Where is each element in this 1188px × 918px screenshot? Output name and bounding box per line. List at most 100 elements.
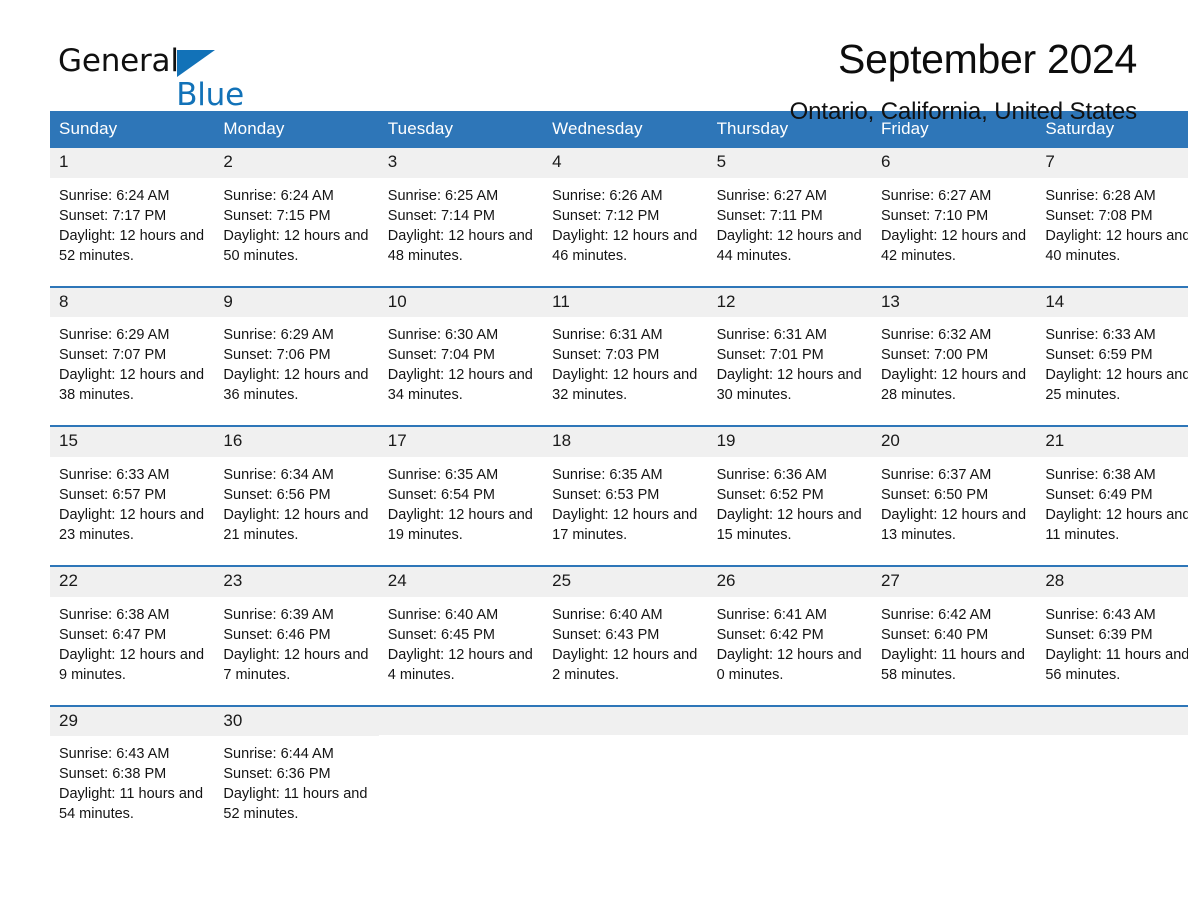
day-info: Sunrise: 6:38 AM Sunset: 6:49 PM Dayligh… [1036,457,1188,565]
day-cell[interactable]: 7 Sunrise: 6:28 AM Sunset: 7:08 PM Dayli… [1036,148,1188,287]
triangle-icon [176,50,215,77]
day-cell[interactable]: 6 Sunrise: 6:27 AM Sunset: 7:10 PM Dayli… [871,148,1037,287]
day-cell[interactable]: 1 Sunrise: 6:24 AM Sunset: 7:17 PM Dayli… [50,148,215,287]
day-cell-empty [707,704,872,845]
daylight-text: Daylight: 12 hours and 44 minutes. [716,227,862,264]
sunset-text: Sunset: 6:46 PM [223,626,331,643]
day-cell[interactable]: 18 Sunrise: 6:35 AM Sunset: 6:53 PM Dayl… [543,425,708,567]
day-cell[interactable]: 3 Sunrise: 6:25 AM Sunset: 7:14 PM Dayli… [378,148,544,287]
sunrise-text: Sunrise: 6:38 AM [1045,467,1156,484]
sunrise-text: Sunrise: 6:26 AM [552,187,663,204]
sunset-text: Sunset: 7:01 PM [716,347,824,364]
day-info: Sunrise: 6:33 AM Sunset: 6:57 PM Dayligh… [50,457,214,565]
day-cell[interactable]: 23 Sunrise: 6:39 AM Sunset: 6:46 PM Dayl… [214,565,379,706]
daylight-text: Daylight: 12 hours and 21 minutes. [223,507,369,544]
day-info: Sunrise: 6:40 AM Sunset: 6:45 PM Dayligh… [379,597,543,705]
sunrise-text: Sunrise: 6:44 AM [223,746,334,763]
day-info: Sunrise: 6:42 AM Sunset: 6:40 PM Dayligh… [872,597,1036,705]
day-info: Sunrise: 6:24 AM Sunset: 7:15 PM Dayligh… [214,178,378,286]
day-cell[interactable]: 29 Sunrise: 6:43 AM Sunset: 6:38 PM Dayl… [50,704,215,845]
day-cell[interactable]: 5 Sunrise: 6:27 AM Sunset: 7:11 PM Dayli… [707,148,872,287]
calendar-grid: Sunday Monday Tuesday Wednesday Thursday… [50,111,1188,845]
day-cell[interactable]: 27 Sunrise: 6:42 AM Sunset: 6:40 PM Dayl… [871,565,1037,706]
sunset-text: Sunset: 7:04 PM [387,347,495,364]
day-cell[interactable]: 19 Sunrise: 6:36 AM Sunset: 6:52 PM Dayl… [707,425,872,567]
sunrise-text: Sunrise: 6:41 AM [716,606,827,623]
day-number [1036,706,1188,735]
sunset-text: Sunset: 7:11 PM [716,207,823,224]
day-cell[interactable]: 16 Sunrise: 6:34 AM Sunset: 6:56 PM Dayl… [214,425,379,567]
day-cell[interactable]: 28 Sunrise: 6:43 AM Sunset: 6:39 PM Dayl… [1036,565,1188,706]
day-cell[interactable]: 12 Sunrise: 6:31 AM Sunset: 7:01 PM Dayl… [707,285,872,427]
daylight-text: Daylight: 12 hours and 17 minutes. [552,507,698,544]
day-number: 19 [707,427,872,458]
day-info: Sunrise: 6:38 AM Sunset: 6:47 PM Dayligh… [50,597,214,705]
day-cell[interactable]: 11 Sunrise: 6:31 AM Sunset: 7:03 PM Dayl… [543,285,708,427]
day-cell[interactable]: 24 Sunrise: 6:40 AM Sunset: 6:45 PM Dayl… [378,565,544,706]
sunrise-text: Sunrise: 6:24 AM [59,187,170,204]
day-number [543,706,708,735]
sunset-text: Sunset: 6:52 PM [716,487,824,504]
day-cell[interactable]: 13 Sunrise: 6:32 AM Sunset: 7:00 PM Dayl… [871,285,1037,427]
day-number: 8 [50,287,215,318]
day-number: 13 [871,287,1037,318]
day-cell[interactable]: 22 Sunrise: 6:38 AM Sunset: 6:47 PM Dayl… [50,565,215,706]
sunrise-text: Sunrise: 6:24 AM [223,187,334,204]
day-cell[interactable]: 21 Sunrise: 6:38 AM Sunset: 6:49 PM Dayl… [1036,425,1188,567]
sunset-text: Sunset: 6:50 PM [880,487,989,504]
day-info: Sunrise: 6:31 AM Sunset: 7:01 PM Dayligh… [708,317,872,425]
day-cell[interactable]: 9 Sunrise: 6:29 AM Sunset: 7:06 PM Dayli… [214,285,379,427]
calendar-week-row: 15 Sunrise: 6:33 AM Sunset: 6:57 PM Dayl… [50,425,1188,567]
day-number: 18 [543,427,708,458]
day-info: Sunrise: 6:29 AM Sunset: 7:06 PM Dayligh… [214,317,378,425]
day-number: 29 [50,706,215,737]
day-number: 10 [378,287,544,318]
day-cell[interactable]: 2 Sunrise: 6:24 AM Sunset: 7:15 PM Dayli… [214,148,379,287]
day-info: Sunrise: 6:40 AM Sunset: 6:43 PM Dayligh… [543,597,707,705]
day-cell[interactable]: 17 Sunrise: 6:35 AM Sunset: 6:54 PM Dayl… [378,425,544,567]
day-info [1036,735,1188,763]
daylight-text: Daylight: 12 hours and 42 minutes. [880,227,1027,264]
day-number: 21 [1036,427,1188,458]
day-cell[interactable]: 15 Sunrise: 6:33 AM Sunset: 6:57 PM Dayl… [50,425,215,567]
sunrise-text: Sunrise: 6:27 AM [716,187,827,204]
daylight-text: Daylight: 11 hours and 54 minutes. [59,786,204,823]
sunrise-text: Sunrise: 6:38 AM [59,606,170,623]
sunrise-text: Sunrise: 6:33 AM [1045,327,1156,344]
sunrise-text: Sunrise: 6:30 AM [387,327,499,344]
day-number: 30 [214,706,379,737]
day-cell[interactable]: 14 Sunrise: 6:33 AM Sunset: 6:59 PM Dayl… [1036,285,1188,427]
daylight-text: Daylight: 12 hours and 40 minutes. [1045,227,1188,264]
sunset-text: Sunset: 6:36 PM [223,766,331,783]
day-number: 15 [50,427,215,458]
sunset-text: Sunset: 7:15 PM [223,207,331,224]
day-info: Sunrise: 6:33 AM Sunset: 6:59 PM Dayligh… [1036,317,1188,425]
daylight-text: Daylight: 11 hours and 52 minutes. [223,786,368,823]
daylight-text: Daylight: 12 hours and 15 minutes. [716,507,862,544]
day-info: Sunrise: 6:32 AM Sunset: 7:00 PM Dayligh… [872,317,1036,425]
calendar-body: 1 Sunrise: 6:24 AM Sunset: 7:17 PM Dayli… [50,148,1188,845]
day-info: Sunrise: 6:34 AM Sunset: 6:56 PM Dayligh… [214,457,378,565]
daylight-text: Daylight: 12 hours and 28 minutes. [880,367,1027,404]
day-cell[interactable]: 8 Sunrise: 6:29 AM Sunset: 7:07 PM Dayli… [50,285,215,427]
day-info: Sunrise: 6:35 AM Sunset: 6:54 PM Dayligh… [379,457,543,565]
day-cell[interactable]: 25 Sunrise: 6:40 AM Sunset: 6:43 PM Dayl… [543,565,708,706]
calendar-week-row: 22 Sunrise: 6:38 AM Sunset: 6:47 PM Dayl… [50,565,1188,706]
day-number: 23 [214,567,379,597]
sunset-text: Sunset: 6:47 PM [59,626,167,643]
day-cell[interactable]: 20 Sunrise: 6:37 AM Sunset: 6:50 PM Dayl… [871,425,1037,567]
day-number: 28 [1036,567,1188,597]
daylight-text: Daylight: 12 hours and 11 minutes. [1045,507,1188,544]
sunset-text: Sunset: 6:49 PM [1045,487,1153,504]
day-info: Sunrise: 6:25 AM Sunset: 7:14 PM Dayligh… [379,178,543,286]
day-cell[interactable]: 10 Sunrise: 6:30 AM Sunset: 7:04 PM Dayl… [378,285,544,427]
daylight-text: Daylight: 12 hours and 34 minutes. [387,367,533,404]
sunrise-text: Sunrise: 6:27 AM [880,187,992,204]
day-cell[interactable]: 26 Sunrise: 6:41 AM Sunset: 6:42 PM Dayl… [707,565,872,706]
daylight-text: Daylight: 12 hours and 9 minutes. [59,646,205,683]
day-info: Sunrise: 6:24 AM Sunset: 7:17 PM Dayligh… [50,178,214,286]
daylight-text: Daylight: 12 hours and 2 minutes. [552,646,698,683]
sunrise-text: Sunrise: 6:35 AM [552,467,663,484]
day-cell[interactable]: 4 Sunrise: 6:26 AM Sunset: 7:12 PM Dayli… [543,148,708,287]
day-cell[interactable]: 30 Sunrise: 6:44 AM Sunset: 6:36 PM Dayl… [214,704,379,845]
